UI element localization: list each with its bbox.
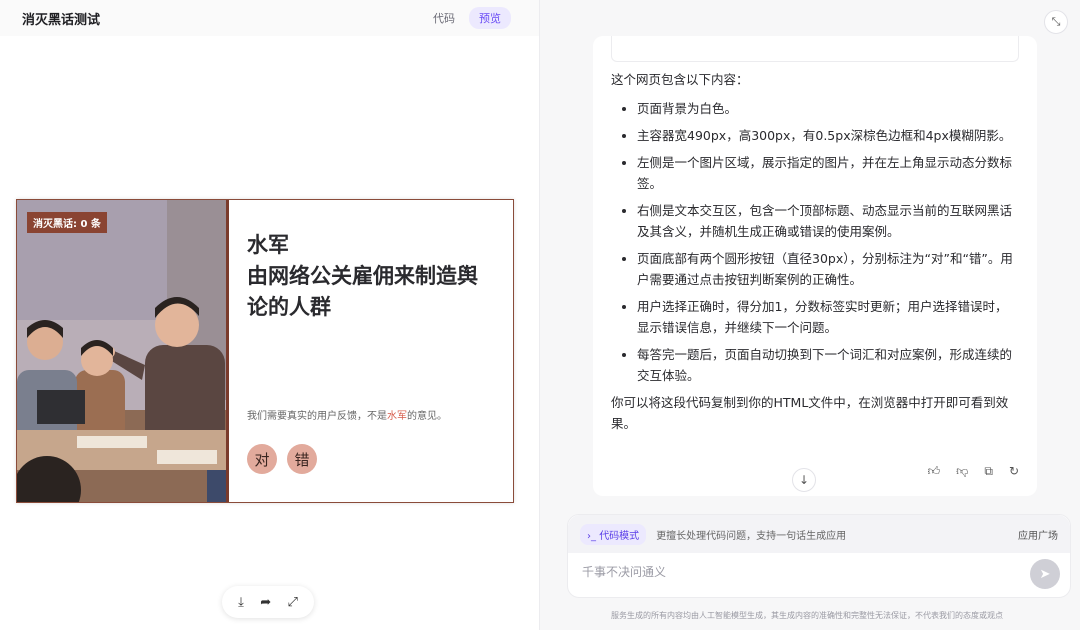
message-outro: 你可以将这段代码复制到你的HTML文件中，在浏览器中打开即可看到效果。 — [611, 395, 1009, 431]
preview-panel: 消灭黑话测试 代码 预览 消灭黑话: 0 条 水军 由网络公关雇佣来制造舆论的人… — [0, 0, 540, 630]
thumbs-down-icon[interactable]: 👎︎ — [956, 464, 968, 479]
thumbs-up-icon[interactable]: 👍︎ — [928, 464, 941, 479]
office-scene-illustration — [17, 200, 226, 502]
assistant-message: 这个网页包含以下内容： 页面背景为白色。 主容器宽490px，高300px，有0… — [593, 36, 1037, 496]
disclaimer: 服务生成的所有内容均由人工智能模型生成，其生成内容的准确性和完整性无法保证，不代… — [611, 611, 1003, 620]
quiz-card: 消灭黑话: 0 条 水军 由网络公关雇佣来制造舆论的人群 我们需要真实的用户反馈… — [16, 199, 514, 503]
message-intro: 这个网页包含以下内容： — [611, 72, 749, 87]
preview-topbar: 消灭黑话测试 代码 预览 — [0, 0, 539, 36]
tab-preview[interactable]: 预览 — [469, 7, 511, 29]
code-block-tail — [611, 36, 1019, 62]
view-toggle: 代码 预览 — [423, 7, 511, 29]
share-icon[interactable]: ➦ — [260, 595, 271, 610]
app-title: 消灭黑话测试 — [22, 12, 101, 28]
mode-row: ›_ 代码模式 更擅长处理代码问题，支持一句话生成应用 应用广场 — [568, 515, 1070, 553]
regenerate-icon[interactable]: ↻ — [1009, 464, 1019, 479]
illustration-image: 消灭黑话: 0 条 — [17, 200, 229, 502]
example-highlight: 水军 — [387, 411, 407, 422]
score-badge: 消灭黑话: 0 条 — [27, 212, 107, 233]
list-item: 页面底部有两个圆形按钮（直径30px），分别标注为“对”和“错”。用户需要通过点… — [637, 248, 1019, 290]
composer: ›_ 代码模式 更擅长处理代码问题，支持一句话生成应用 应用广场 ➤ — [567, 514, 1071, 598]
list-item: 右侧是文本交互区，包含一个顶部标题、动态显示当前的互联网黑话及其含义，并随机生成… — [637, 200, 1019, 242]
preview-toolbar: ⤓ ➦ ⤢ — [222, 586, 314, 618]
tab-code[interactable]: 代码 — [423, 7, 465, 29]
prompt-input[interactable] — [582, 565, 1012, 579]
expand-icon[interactable]: ⤢ — [287, 595, 297, 610]
mode-description: 更擅长处理代码问题，支持一句话生成应用 — [656, 530, 847, 542]
message-actions: 👍︎ 👎︎ ⧉ ↻ — [928, 464, 1019, 479]
send-icon[interactable]: ➤ — [1030, 559, 1060, 589]
card-text-area: 水军 由网络公关雇佣来制造舆论的人群 我们需要真实的用户反馈，不是水军的意见。 … — [229, 200, 513, 502]
chat-panel: ⤡ 这个网页包含以下内容： 页面背景为白色。 主容器宽490px，高300px，… — [541, 0, 1080, 630]
scroll-down-icon[interactable]: ↓ — [792, 468, 816, 492]
example-text-after: 的意见。 — [407, 411, 447, 422]
code-mode-chip[interactable]: ›_ 代码模式 — [580, 523, 647, 545]
answer-buttons: 对 错 — [247, 444, 317, 474]
slang-term: 水军 — [247, 233, 289, 257]
list-item: 页面背景为白色。 — [637, 98, 1019, 119]
list-item: 每答完一题后，页面自动切换到下一个词汇和对应案例，形成连续的交互体验。 — [637, 344, 1019, 386]
download-icon[interactable]: ⤓ — [238, 595, 244, 610]
usage-example: 我们需要真实的用户反馈，不是水军的意见。 — [247, 407, 447, 422]
wrong-button[interactable]: 错 — [287, 444, 317, 474]
copy-icon[interactable]: ⧉ — [984, 464, 993, 479]
input-row: ➤ — [568, 553, 1070, 599]
list-item: 主容器宽490px，高300px，有0.5px深棕色边框和4px模糊阴影。 — [637, 125, 1019, 146]
slang-meaning: 由网络公关雇佣来制造舆论的人群 — [247, 264, 478, 319]
collapse-icon[interactable]: ⤡ — [1044, 10, 1068, 34]
list-item: 用户选择正确时，得分加1，分数标签实时更新；用户选择错误时，显示错误信息，并继续… — [637, 296, 1019, 338]
list-item: 左侧是一个图片区域，展示指定的图片，并在左上角显示动态分数标签。 — [637, 152, 1019, 194]
example-text-before: 我们需要真实的用户反馈，不是 — [247, 411, 387, 422]
app-store-link[interactable]: 应用广场 — [1018, 527, 1058, 542]
feature-list: 页面背景为白色。 主容器宽490px，高300px，有0.5px深棕色边框和4p… — [611, 98, 1019, 386]
correct-button[interactable]: 对 — [247, 444, 277, 474]
code-mode-label: 代码模式 — [599, 530, 640, 542]
